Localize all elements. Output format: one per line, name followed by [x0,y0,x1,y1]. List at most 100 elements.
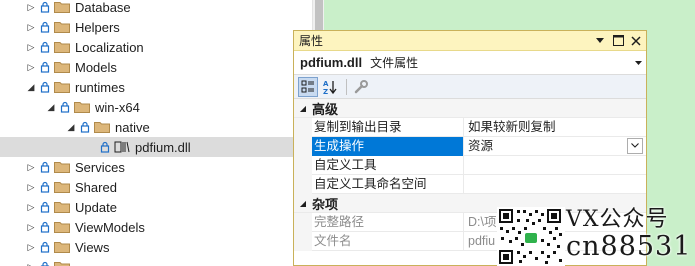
property-value[interactable]: 如果较新则复制 [464,118,646,137]
category-collapse-icon[interactable]: ◢ [294,104,312,113]
categorized-view-icon[interactable] [298,76,318,97]
property-pages-wrench-icon[interactable] [351,77,371,97]
source-control-lock-icon [40,181,50,193]
property-category[interactable]: ◢ 高级 [294,99,646,118]
tree-item[interactable]: ▷ Update [0,197,315,217]
property-name[interactable]: 复制到输出目录 [312,117,464,137]
qr-code-image [497,207,565,266]
property-row-gutter [294,174,312,194]
source-control-lock-icon [40,1,50,13]
svg-text:Z: Z [323,88,328,95]
watermark-line-1: VX公众号 [566,207,669,232]
folder-icon [54,261,70,266]
property-row-gutter [294,212,312,232]
source-control-lock-icon [40,21,50,33]
tree-item[interactable]: ▷ Models [0,57,315,77]
window-menu-dropdown-icon[interactable] [592,33,608,49]
properties-toolbar: A Z [294,75,646,99]
object-selector-dropdown-icon[interactable] [635,58,642,67]
tree-item-label: Update [75,199,117,215]
tree-item-label: Views [75,239,110,255]
category-collapse-icon[interactable]: ◢ [294,199,312,208]
tree-item[interactable]: ▷ ViewModels [0,217,315,237]
property-value-text: D:\项 [468,214,497,229]
watermark-line-2: cn88531 [566,231,692,262]
tree-item-label: Models [75,59,117,75]
expand-arrow-icon[interactable]: ▷ [24,162,38,173]
expand-arrow-icon[interactable]: ▷ [24,62,38,73]
folder-icon [54,61,70,73]
property-value[interactable] [464,156,646,175]
tree-item[interactable]: ▷ Localization [0,37,315,57]
property-name[interactable]: 完整路径 [312,212,464,232]
folder-icon [54,21,70,33]
tree-item[interactable]: ▷ Database [0,0,315,17]
property-name[interactable]: 自定义工具命名空间 [312,174,464,194]
folder-icon [94,121,110,133]
tree-item-label: Shared [75,179,117,195]
close-icon[interactable] [628,33,644,49]
expand-arrow-icon[interactable]: ▷ [24,42,38,53]
property-row[interactable]: 生成操作 资源 [294,136,646,156]
property-value[interactable]: 资源 [464,137,646,156]
expand-arrow-icon[interactable]: ▷ [24,262,38,266]
tree-item[interactable]: ▷ Helpers [0,17,315,37]
object-name: pdfium.dll [300,55,363,70]
tree-item[interactable]: ▷ Shared [0,177,315,197]
source-control-lock-icon [40,61,50,73]
folder-icon [54,181,70,193]
tree-item-label: Helpers [75,19,120,35]
tree-item-label: pdfium.dll [135,139,191,155]
expand-arrow-icon[interactable]: ▷ [24,242,38,253]
folder-icon [54,241,70,253]
tree-item[interactable]: pdfium.dll [0,137,315,157]
tree-item[interactable]: ◢ runtimes [0,77,315,97]
tree-item[interactable]: ◢ native [0,117,315,137]
property-value-text: 如果较新则复制 [468,119,556,134]
folder-icon [54,161,70,173]
property-name[interactable]: 文件名 [312,231,464,251]
source-control-lock-icon [40,241,50,253]
expand-arrow-icon[interactable]: ▷ [24,22,38,33]
maximize-icon[interactable] [610,33,626,49]
expand-arrow-icon[interactable]: ▷ [24,202,38,213]
folder-icon [54,221,70,233]
tree-item[interactable]: ▷ Views [0,237,315,257]
tree-item-label: Services [75,159,125,175]
source-control-lock-icon [40,161,50,173]
tree-item-label: runtimes [75,79,125,95]
property-value[interactable] [464,175,646,194]
property-row[interactable]: 自定义工具命名空间 [294,174,646,194]
property-row-gutter [294,231,312,251]
tree-item-label: win-x64 [95,99,140,115]
property-row[interactable]: 复制到输出目录 如果较新则复制 [294,117,646,137]
tree-item[interactable]: ◢ win-x64 [0,97,315,117]
tree-item[interactable]: ▷ [0,257,315,266]
properties-title: 属性 [299,34,324,48]
value-dropdown-button[interactable] [627,137,643,154]
collapse-arrow-icon[interactable]: ◢ [64,122,78,133]
folder-icon [74,101,90,113]
expand-arrow-icon[interactable]: ▷ [24,2,38,13]
source-control-lock-icon [80,121,90,133]
source-control-lock-icon [40,221,50,233]
property-row-gutter [294,117,312,137]
properties-title-bar[interactable]: 属性 [294,31,646,51]
alphabetical-sort-icon[interactable]: A Z [320,77,340,97]
expand-arrow-icon[interactable]: ▷ [24,222,38,233]
property-row[interactable]: 自定义工具 [294,155,646,175]
collapse-arrow-icon[interactable]: ◢ [24,82,38,93]
property-name[interactable]: 生成操作 [312,136,464,156]
expand-arrow-icon[interactable]: ▷ [24,182,38,193]
folder-icon [54,1,70,13]
collapse-arrow-icon[interactable]: ◢ [44,102,58,113]
object-type: 文件属性 [370,56,419,70]
tree-item[interactable]: ▷ Services [0,157,315,177]
toolbar-separator [346,78,347,95]
property-name[interactable]: 自定义工具 [312,155,464,175]
watermark-text: VX公众号 cn88531 [566,208,695,266]
folder-icon [54,81,70,93]
source-control-lock-icon [40,41,50,53]
property-value-text: pdfiu [468,233,496,248]
object-selector[interactable]: pdfium.dll 文件属性 [294,51,646,75]
